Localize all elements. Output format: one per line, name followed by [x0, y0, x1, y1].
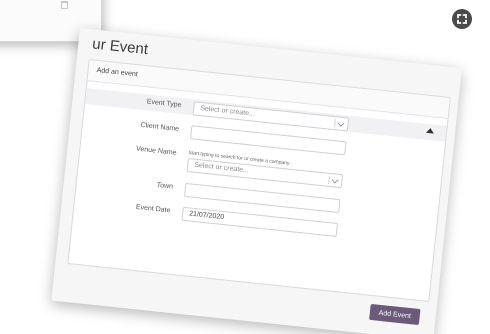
fullscreen-icon[interactable]: [452, 9, 472, 29]
venue-name-label: Venue Name: [135, 145, 177, 157]
select-separator: [334, 119, 336, 128]
caret-up-icon[interactable]: [425, 127, 435, 134]
chevron-down-icon[interactable]: [337, 119, 345, 127]
event-panel: ur Event Add an event Event Type Select …: [51, 28, 462, 334]
client-name-input[interactable]: [189, 125, 347, 156]
town-label: Town: [156, 181, 174, 191]
event-date-label: Event Date: [135, 203, 171, 215]
page-title: ur Event: [91, 35, 149, 59]
chevron-down-icon[interactable]: [331, 176, 339, 184]
screenshot-stage: ur Event Add an event Event Type Select …: [0, 0, 490, 334]
select-separator: [328, 175, 330, 184]
trash-icon[interactable]: [61, 1, 68, 9]
event-date-input[interactable]: 21/07/2020: [181, 206, 339, 237]
venue-name-placeholder: Select or create...: [193, 161, 250, 175]
event-form-card: Add an event Event Type Select or create…: [67, 59, 451, 303]
client-name-label: Client Name: [140, 121, 180, 133]
event-type-placeholder: Select or create...: [199, 105, 256, 118]
add-event-button[interactable]: Add Event: [369, 303, 421, 326]
